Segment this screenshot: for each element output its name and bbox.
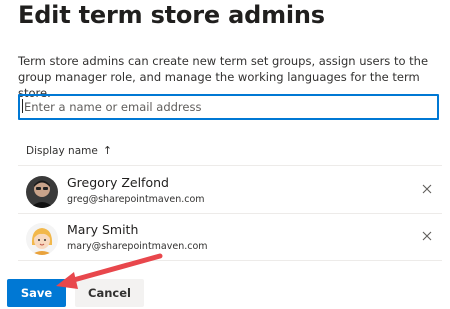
search-input[interactable] [24,96,437,118]
table-row[interactable]: Gregory Zelfond greg@sharepointmaven.com [18,167,442,211]
divider [18,260,442,261]
people-picker-field[interactable] [18,94,439,120]
row-email: greg@sharepointmaven.com [67,194,205,205]
close-icon[interactable] [420,182,434,196]
row-name: Mary Smith [67,222,139,237]
close-icon[interactable] [420,229,434,243]
arrow-up-icon: ↑ [102,144,113,157]
row-email: mary@sharepointmaven.com [67,241,208,252]
cancel-button[interactable]: Cancel [75,279,144,307]
column-header-display-name[interactable]: Display name ↑ [26,144,112,157]
row-name: Gregory Zelfond [67,175,169,190]
text-cursor [22,99,23,113]
illustrated-avatar [26,223,58,255]
save-button[interactable]: Save [7,279,66,307]
photo-avatar [26,176,58,208]
panel-title: Edit term store admins [18,1,325,29]
table-row[interactable]: Mary Smith mary@sharepointmaven.com [18,214,442,258]
divider [18,165,442,166]
column-header-label: Display name [26,144,98,157]
